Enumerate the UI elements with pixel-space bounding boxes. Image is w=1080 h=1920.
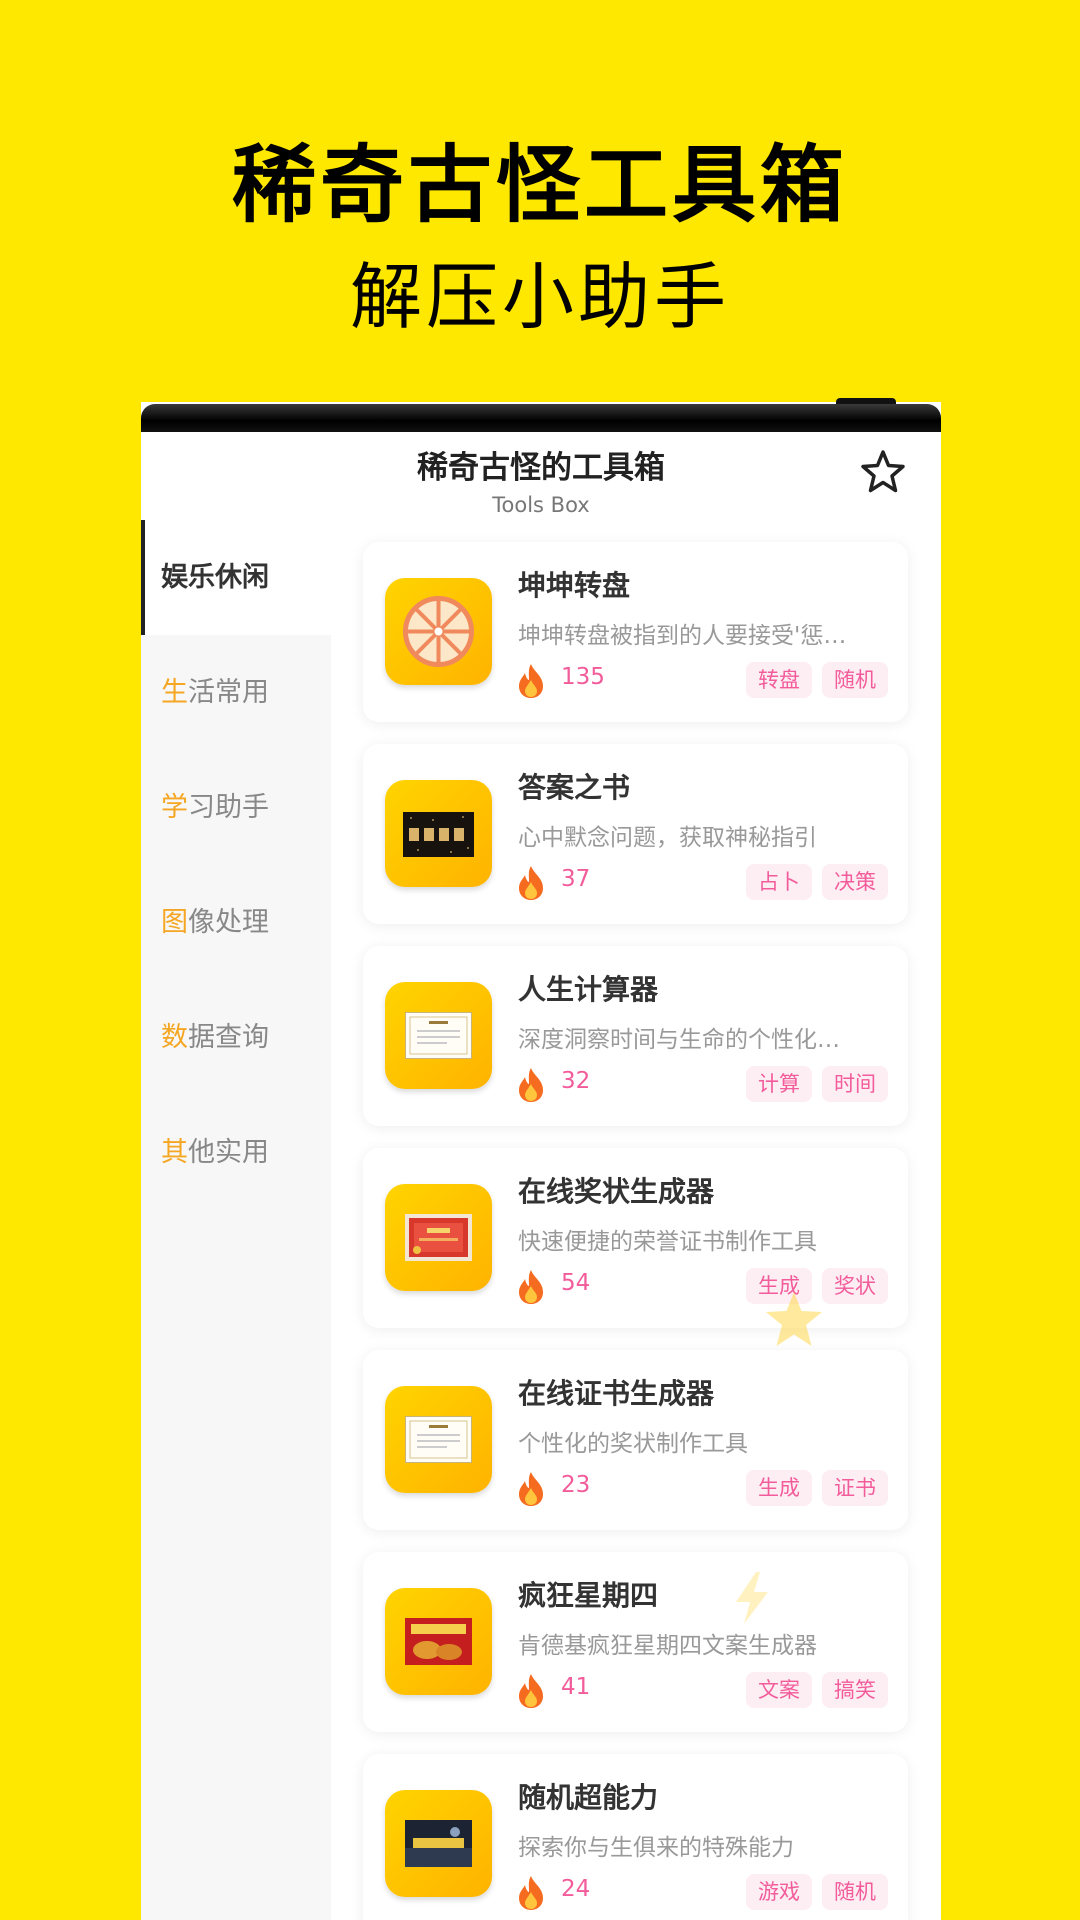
tag: 随机 xyxy=(822,1874,888,1910)
app-subtitle: Tools Box xyxy=(492,493,590,517)
tool-list: 坤坤转盘 坤坤转盘被指到的人要接受'惩… 135 转盘 随机 答案之书 心中默念… xyxy=(363,542,908,1920)
sidebar-item-label-first: 数 xyxy=(161,1022,188,1053)
sidebar-item-other[interactable]: 其他实用 xyxy=(141,1095,331,1210)
category-sidebar: 娱乐休闲 生活常用 学习助手 图像处理 数据查询 其他实用 xyxy=(141,520,331,1920)
tag: 转盘 xyxy=(746,662,812,698)
fire-icon xyxy=(519,1472,543,1506)
sidebar-item-label: 乐休闲 xyxy=(188,562,269,593)
sidebar-item-label: 据查询 xyxy=(188,1022,269,1053)
tool-title: 答案之书 xyxy=(518,771,631,804)
decorative-star-icon xyxy=(766,1292,822,1346)
fire-icon xyxy=(519,664,543,698)
tool-description: 探索你与生俱来的特殊能力 xyxy=(518,1835,794,1861)
tool-card[interactable]: 在线奖状生成器 快速便捷的荣誉证书制作工具 54 生成 奖状 xyxy=(363,1148,908,1328)
tool-description: 坤坤转盘被指到的人要接受'惩… xyxy=(518,623,847,649)
tool-card[interactable]: 疯狂星期四 肯德基疯狂星期四文案生成器 41 文案 搞笑 xyxy=(363,1552,908,1732)
sidebar-item-label-first: 学 xyxy=(161,792,188,823)
popularity-count: 23 xyxy=(561,1472,591,1498)
phone-screen: 稀奇古怪的工具箱 Tools Box 娱乐休闲 生活常用 学习助手 图像处理 数… xyxy=(141,402,941,1920)
app-header: 稀奇古怪的工具箱 Tools Box xyxy=(141,432,941,522)
sidebar-item-label-first: 娱 xyxy=(161,562,188,593)
tool-card[interactable]: 坤坤转盘 坤坤转盘被指到的人要接受'惩… 135 转盘 随机 xyxy=(363,542,908,722)
sidebar-item-label: 他实用 xyxy=(188,1137,269,1168)
tag: 证书 xyxy=(822,1470,888,1506)
sidebar-item-daily-life[interactable]: 生活常用 xyxy=(141,635,331,750)
answer-book-icon xyxy=(385,780,492,887)
tool-title: 在线奖状生成器 xyxy=(518,1175,715,1208)
fire-icon xyxy=(519,1876,543,1910)
certificate-icon xyxy=(385,1386,492,1493)
superpower-icon xyxy=(385,1790,492,1897)
sidebar-item-label-first: 图 xyxy=(161,907,188,938)
popularity-count: 135 xyxy=(561,664,605,690)
tag: 计算 xyxy=(746,1066,812,1102)
tool-title: 坤坤转盘 xyxy=(518,569,631,602)
fire-icon xyxy=(519,1270,543,1304)
sidebar-item-data-query[interactable]: 数据查询 xyxy=(141,980,331,1095)
sidebar-item-study[interactable]: 学习助手 xyxy=(141,750,331,865)
tag-group: 计算 时间 xyxy=(746,1066,888,1102)
tool-description: 深度洞察时间与生命的个性化… xyxy=(518,1027,840,1053)
tool-title: 在线证书生成器 xyxy=(518,1377,715,1410)
sidebar-item-entertainment[interactable]: 娱乐休闲 xyxy=(141,520,331,635)
tool-card[interactable]: 在线证书生成器 个性化的奖状制作工具 23 生成 证书 xyxy=(363,1350,908,1530)
wheel-icon xyxy=(385,578,492,685)
sidebar-item-label: 习助手 xyxy=(188,792,269,823)
sidebar-item-image[interactable]: 图像处理 xyxy=(141,865,331,980)
popularity-count: 41 xyxy=(561,1674,591,1700)
fire-icon xyxy=(519,1674,543,1708)
tag: 奖状 xyxy=(822,1268,888,1304)
tool-title: 人生计算器 xyxy=(518,973,659,1006)
tool-card[interactable]: 人生计算器 深度洞察时间与生命的个性化… 32 计算 时间 xyxy=(363,946,908,1126)
sidebar-item-label-first: 生 xyxy=(161,677,188,708)
tag-group: 游戏 随机 xyxy=(746,1874,888,1910)
certificate-icon xyxy=(385,982,492,1089)
tool-description: 心中默念问题，获取神秘指引 xyxy=(518,825,817,851)
decorative-lightning-icon xyxy=(736,1572,768,1624)
award-icon xyxy=(385,1184,492,1291)
popularity-count: 24 xyxy=(561,1876,591,1902)
tag: 文案 xyxy=(746,1672,812,1708)
tool-description: 肯德基疯狂星期四文案生成器 xyxy=(518,1633,817,1659)
crazy-thursday-icon xyxy=(385,1588,492,1695)
fire-icon xyxy=(519,866,543,900)
tag: 游戏 xyxy=(746,1874,812,1910)
sidebar-item-label: 像处理 xyxy=(188,907,269,938)
popularity-count: 37 xyxy=(561,866,591,892)
tool-card[interactable]: 答案之书 心中默念问题，获取神秘指引 37 占卜 决策 xyxy=(363,744,908,924)
tag: 时间 xyxy=(822,1066,888,1102)
tag: 随机 xyxy=(822,662,888,698)
phone-bezel xyxy=(141,404,941,432)
tag-group: 占卜 决策 xyxy=(746,864,888,900)
popularity-count: 32 xyxy=(561,1068,591,1094)
tag-group: 转盘 随机 xyxy=(746,662,888,698)
promo-subtitle: 解压小助手 xyxy=(349,255,730,339)
sidebar-item-label: 活常用 xyxy=(188,677,269,708)
tool-card[interactable]: 随机超能力 探索你与生俱来的特殊能力 24 游戏 随机 xyxy=(363,1754,908,1920)
tool-description: 个性化的奖状制作工具 xyxy=(518,1431,748,1457)
promo-title: 稀奇古怪工具箱 xyxy=(231,136,848,234)
tag: 搞笑 xyxy=(822,1672,888,1708)
tag: 生成 xyxy=(746,1470,812,1506)
tool-description: 快速便捷的荣誉证书制作工具 xyxy=(518,1229,817,1255)
tag-group: 文案 搞笑 xyxy=(746,1672,888,1708)
popularity-count: 54 xyxy=(561,1270,591,1296)
tag-group: 生成 证书 xyxy=(746,1470,888,1506)
tag: 决策 xyxy=(822,864,888,900)
sidebar-item-label-first: 其 xyxy=(161,1137,188,1168)
tool-title: 疯狂星期四 xyxy=(518,1579,659,1612)
star-outline-icon xyxy=(861,450,905,493)
favorite-button[interactable] xyxy=(859,448,907,496)
tool-title: 随机超能力 xyxy=(518,1781,659,1814)
app-title: 稀奇古怪的工具箱 xyxy=(417,450,665,486)
tag: 占卜 xyxy=(746,864,812,900)
fire-icon xyxy=(519,1068,543,1102)
